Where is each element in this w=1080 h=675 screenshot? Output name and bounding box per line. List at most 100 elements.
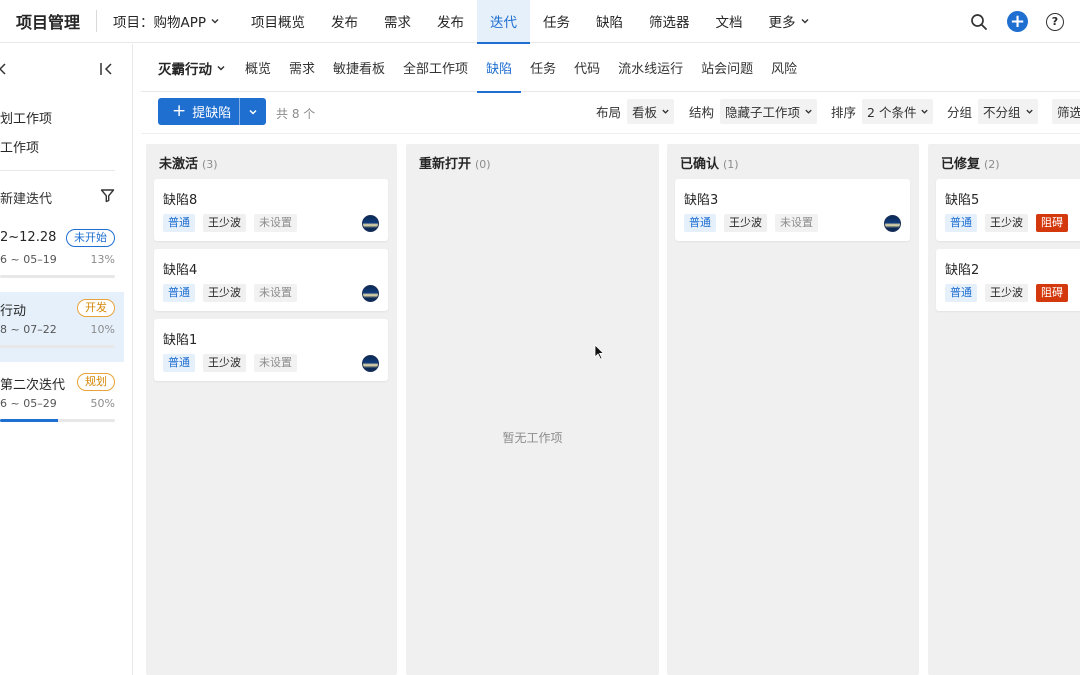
search-icon[interactable]: [969, 12, 989, 32]
card-tags: 普通 王少波 未设置: [163, 214, 297, 232]
filter-button[interactable]: 筛选: [1052, 99, 1080, 124]
defect-card[interactable]: 缺陷8 普通 王少波 未设置: [154, 179, 388, 241]
chevron-down-icon: [1025, 109, 1033, 114]
avatar: [362, 285, 379, 302]
chevron-left-icon[interactable]: [0, 62, 7, 80]
tab-code[interactable]: 代码: [565, 44, 609, 92]
board-column-inactive: 未激活 (3) 缺陷8 普通 王少波 未设置 缺陷4 普通 王少波 未设置 缺陷1…: [146, 144, 397, 675]
column-count: (3): [202, 158, 218, 171]
iteration-dates: 6 ~ 05–29: [0, 397, 57, 410]
severity-tag: 未设置: [775, 214, 818, 232]
sort-select[interactable]: 2 个条件: [862, 99, 934, 124]
nav-item-defects[interactable]: 缺陷: [583, 0, 636, 43]
iteration-name: 行动: [0, 304, 27, 319]
tab-risks[interactable]: 风险: [762, 44, 806, 92]
create-plus-icon[interactable]: +: [1007, 11, 1028, 32]
status-badge: 规划: [77, 373, 115, 391]
iteration-dates: 6 ~ 05–19: [0, 253, 57, 266]
layout-select[interactable]: 看板: [627, 99, 675, 124]
group-value: 不分组: [983, 105, 1021, 120]
help-icon[interactable]: ?: [1046, 12, 1064, 31]
nav-item-release[interactable]: 发布: [318, 0, 371, 43]
sort-value: 2 个条件: [867, 105, 917, 120]
collapse-sidebar-icon[interactable]: [99, 62, 115, 80]
new-iteration-button[interactable]: 新建迭代: [0, 188, 52, 207]
group-control: 分组 不分组: [947, 99, 1038, 124]
status-badge: 未开始: [66, 229, 115, 247]
group-select[interactable]: 不分组: [978, 99, 1038, 124]
sidebar-link-planned[interactable]: 划工作项: [0, 108, 52, 127]
iteration-selector[interactable]: 灭霸行动: [158, 58, 226, 78]
structure-value: 隐藏子工作项: [725, 105, 801, 120]
nav-item-more[interactable]: 更多: [756, 0, 823, 43]
tab-defects[interactable]: 缺陷: [477, 44, 522, 93]
nav-item-tasks[interactable]: 任务: [530, 0, 583, 43]
defect-card[interactable]: 缺陷5 普通 王少波 阻碍: [936, 179, 1080, 241]
nav-item-iteration[interactable]: 迭代: [477, 0, 531, 44]
column-title: 已确认: [680, 157, 720, 172]
chevron-down-icon: [921, 109, 929, 114]
tab-tasks[interactable]: 任务: [521, 44, 565, 92]
add-defect-dropdown[interactable]: [240, 107, 266, 117]
column-title: 已修复: [941, 157, 981, 172]
owner-tag: 王少波: [203, 284, 246, 302]
chevron-down-icon: [217, 65, 225, 71]
nav-divider: [96, 10, 98, 32]
structure-label: 结构: [689, 105, 715, 120]
severity-tag: 未设置: [254, 284, 297, 302]
progress-fill: [0, 419, 58, 422]
tab-requirements[interactable]: 需求: [280, 44, 324, 92]
defect-card[interactable]: 缺陷1 普通 王少波 未设置: [154, 319, 388, 381]
nav-item-docs[interactable]: 文档: [703, 0, 756, 43]
severity-tag: 未设置: [254, 214, 297, 232]
column-count: (1): [723, 158, 739, 171]
column-count: (2): [984, 158, 1000, 171]
defect-card[interactable]: 缺陷2 普通 王少波 阻碍: [936, 249, 1080, 311]
add-defect-button[interactable]: + 提缺陷: [158, 98, 266, 125]
structure-select[interactable]: 隐藏子工作项: [720, 99, 818, 124]
sidebar-link-workitems[interactable]: 工作项: [0, 137, 39, 156]
add-defect-main[interactable]: + 提缺陷: [158, 102, 239, 122]
column-header: 重新打开 (0): [419, 153, 491, 172]
tab-agile-board[interactable]: 敏捷看板: [324, 44, 394, 92]
column-title: 重新打开: [419, 157, 472, 172]
empty-state: 暂无工作项: [502, 431, 563, 445]
filter-icon[interactable]: [100, 188, 115, 207]
iteration-title: 灭霸行动: [158, 61, 212, 78]
card-title: 缺陷4: [163, 263, 198, 278]
nav-item-filters[interactable]: 筛选器: [636, 0, 703, 43]
layout-control: 布局 看板: [596, 99, 675, 124]
type-tag: 普通: [163, 214, 195, 232]
chevron-down-icon: [662, 109, 669, 114]
type-tag: 普通: [163, 284, 195, 302]
board-column-reopened: 重新打开 (0) 暂无工作项: [406, 144, 659, 675]
iteration-item-selected[interactable]: 行动 开发 8 ~ 07–22 10%: [0, 292, 124, 362]
defect-card[interactable]: 缺陷3 普通 王少波 未设置: [675, 179, 910, 241]
project-selector[interactable]: 项目：购物APP: [113, 11, 220, 31]
tab-standup-issues[interactable]: 站会问题: [692, 44, 762, 92]
chevron-down-icon: [249, 109, 257, 115]
tab-overview[interactable]: 概览: [236, 44, 280, 92]
tab-all-workitems[interactable]: 全部工作项: [394, 44, 477, 92]
group-label: 分组: [947, 105, 973, 120]
card-tags: 普通 王少波 未设置: [163, 284, 297, 302]
iteration-progress-text: 10%: [90, 323, 115, 336]
owner-tag: 王少波: [985, 214, 1028, 232]
item-count: 共 8 个: [276, 107, 316, 121]
nav-item-release-2[interactable]: 发布: [424, 0, 477, 43]
nav-item-requirements[interactable]: 需求: [371, 0, 424, 43]
iteration-name: 2~12.28: [0, 230, 57, 245]
type-tag: 普通: [945, 214, 977, 232]
nav-item-overview[interactable]: 项目概览: [238, 0, 318, 43]
app-title: 项目管理: [16, 13, 81, 32]
tab-pipeline-runs[interactable]: 流水线运行: [609, 44, 692, 92]
layout-label: 布局: [596, 105, 622, 120]
card-tags: 普通 王少波 阻碍: [945, 284, 1068, 302]
iteration-item[interactable]: 第二次迭代 规划 6 ~ 05–29 50%: [0, 366, 124, 436]
progress-bar: [0, 345, 115, 348]
filter-control[interactable]: 筛选: [1052, 99, 1080, 124]
iteration-progress-text: 50%: [90, 397, 115, 410]
iteration-item[interactable]: 2~12.28 未开始 6 ~ 05–19 13%: [0, 222, 124, 292]
defect-card[interactable]: 缺陷4 普通 王少波 未设置: [154, 249, 388, 311]
iteration-dates: 8 ~ 07–22: [0, 323, 57, 336]
